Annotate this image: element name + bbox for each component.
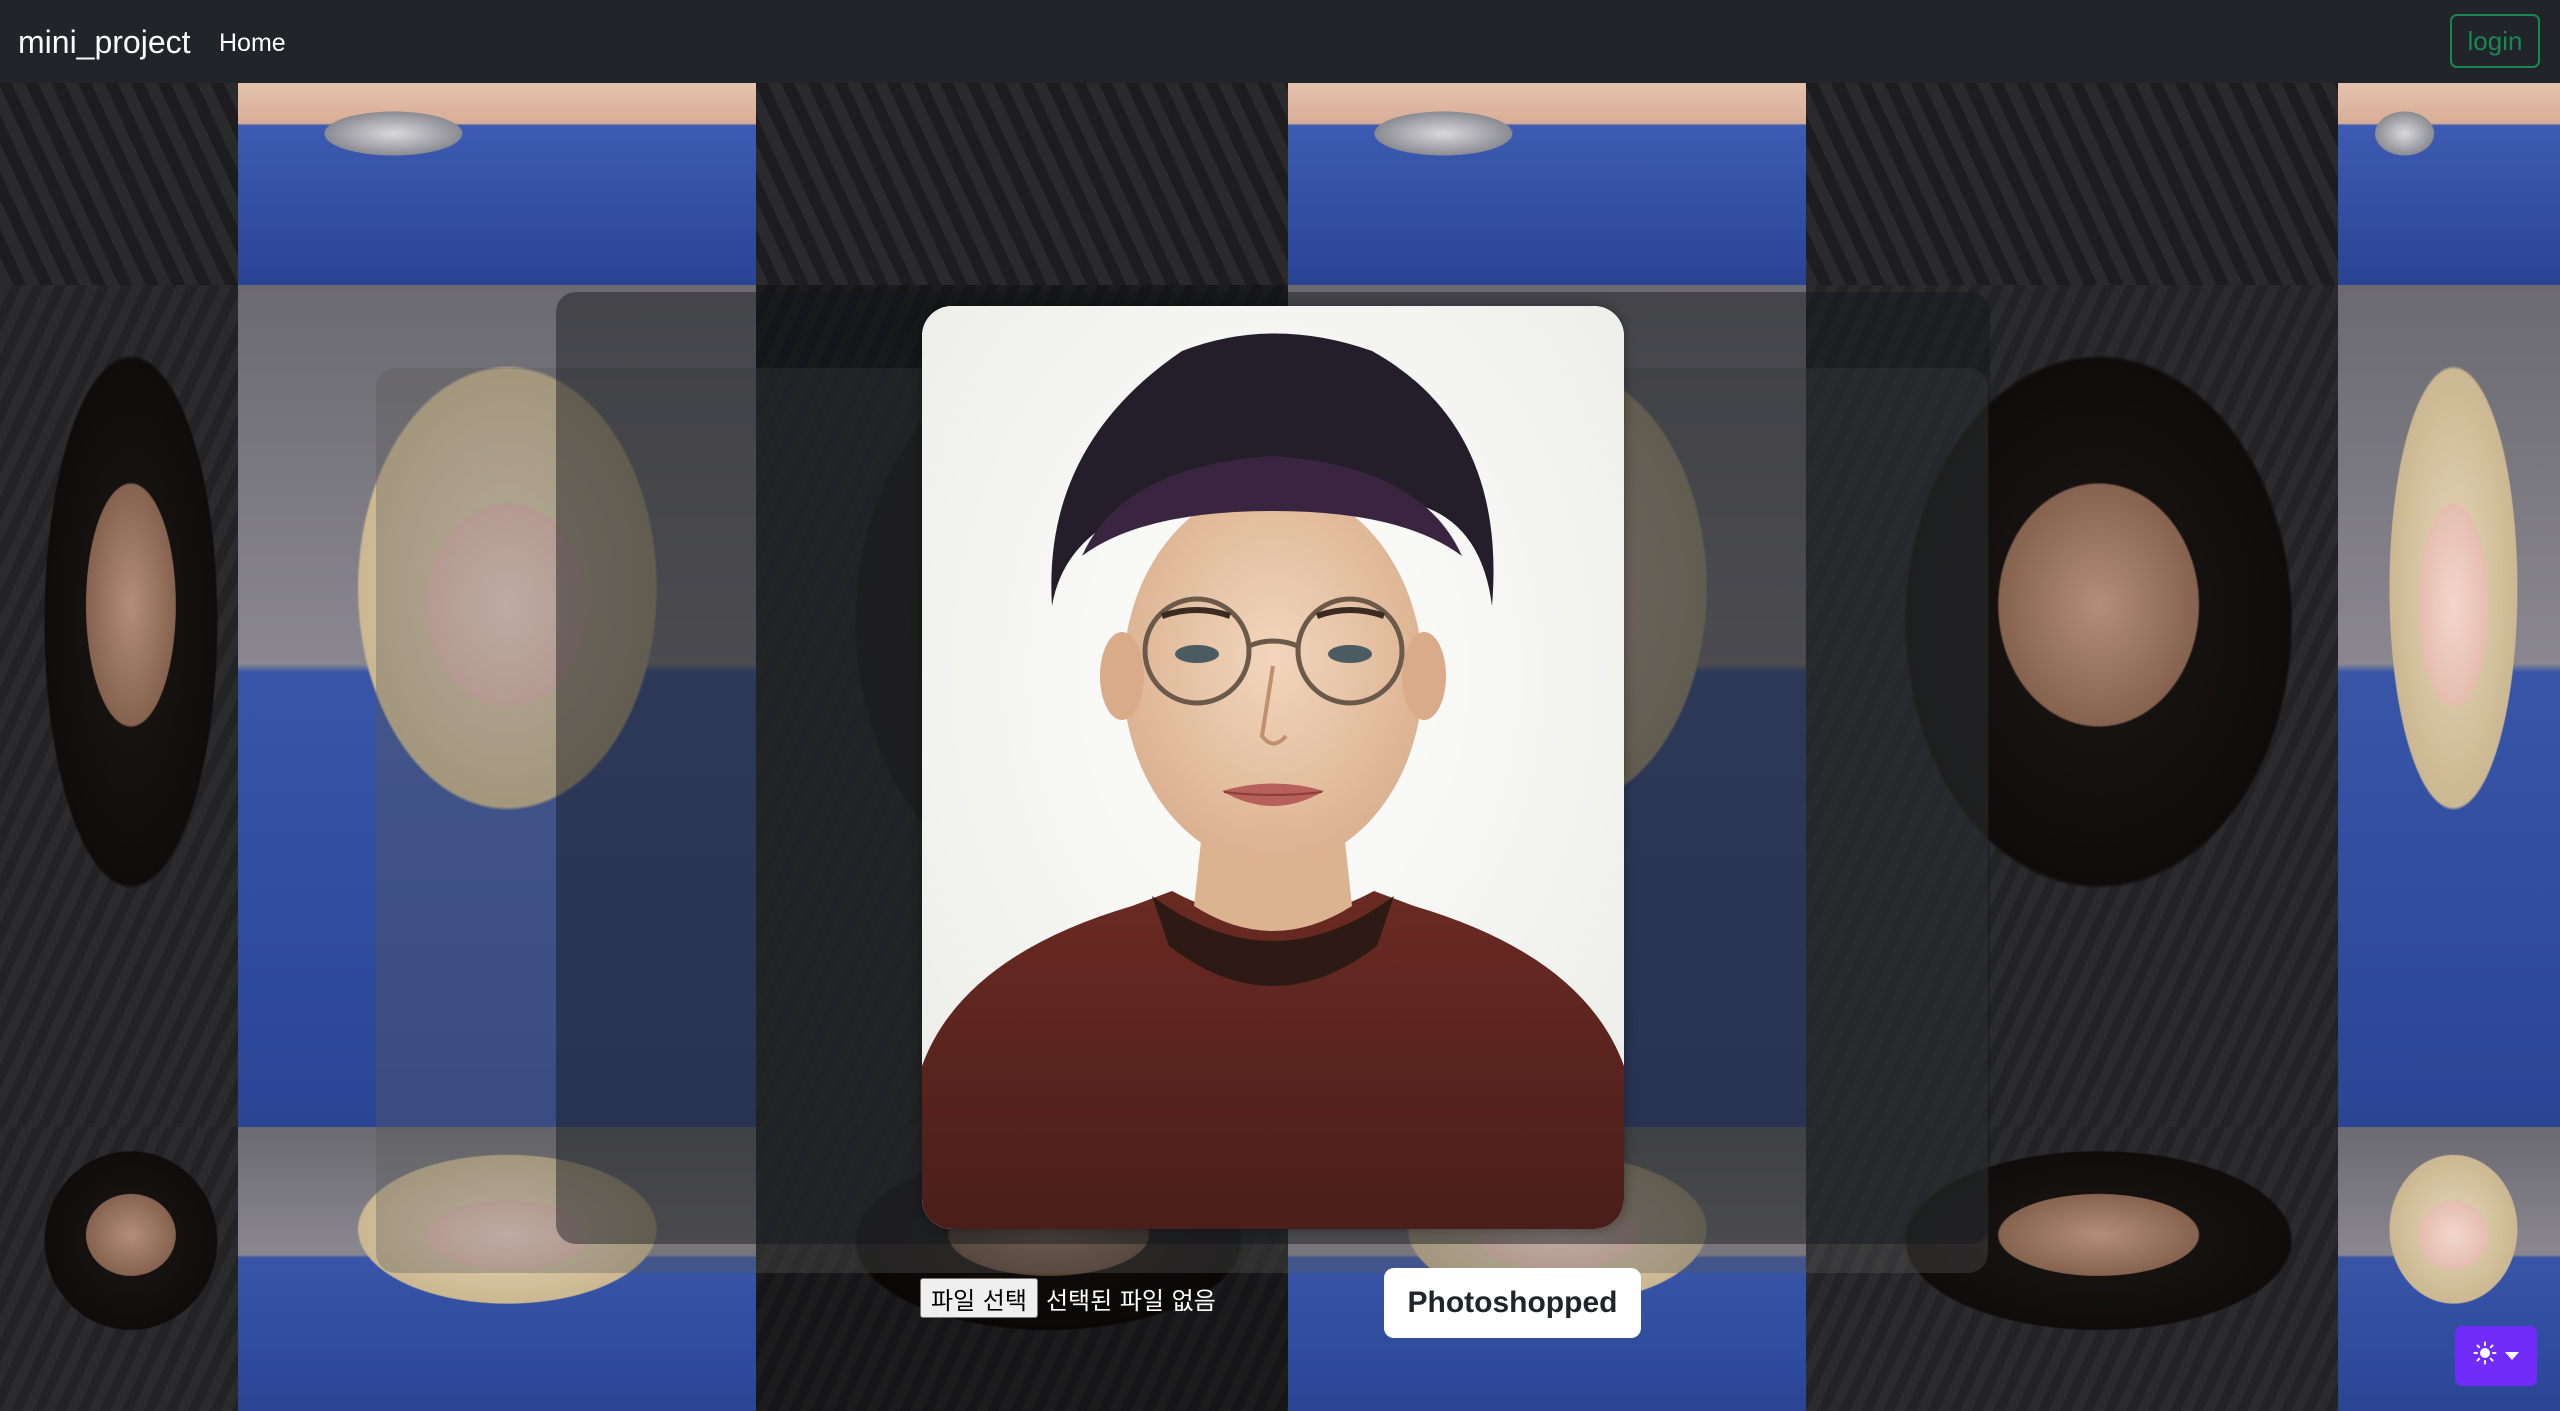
background-photo bbox=[2338, 83, 2560, 285]
file-upload: 파일 선택 선택된 파일 없음 bbox=[920, 1277, 1216, 1319]
background-photo bbox=[238, 83, 756, 285]
sun-icon bbox=[2473, 1341, 2497, 1372]
background-photo bbox=[1806, 83, 2338, 285]
background-photo bbox=[1288, 83, 1806, 285]
background-photo bbox=[756, 83, 1288, 285]
chevron-down-icon bbox=[2505, 1352, 2519, 1360]
photoshopped-button[interactable]: Photoshopped bbox=[1384, 1268, 1641, 1338]
brand-link[interactable]: mini_project bbox=[18, 22, 191, 62]
background-collage bbox=[0, 83, 2560, 1411]
theme-toggle-button[interactable] bbox=[2455, 1326, 2537, 1386]
navbar: mini_project Home login bbox=[0, 0, 2560, 83]
background-photo bbox=[0, 83, 238, 285]
login-button[interactable]: login bbox=[2450, 14, 2540, 68]
file-status-text: 선택된 파일 없음 bbox=[1045, 1286, 1216, 1315]
background-photo bbox=[0, 1127, 238, 1411]
result-portrait-image bbox=[922, 306, 1624, 1229]
background-photo bbox=[2338, 285, 2560, 1127]
nav-link-home[interactable]: Home bbox=[219, 27, 286, 59]
background-photo bbox=[0, 285, 238, 1127]
choose-file-button[interactable]: 파일 선택 bbox=[920, 1278, 1038, 1318]
